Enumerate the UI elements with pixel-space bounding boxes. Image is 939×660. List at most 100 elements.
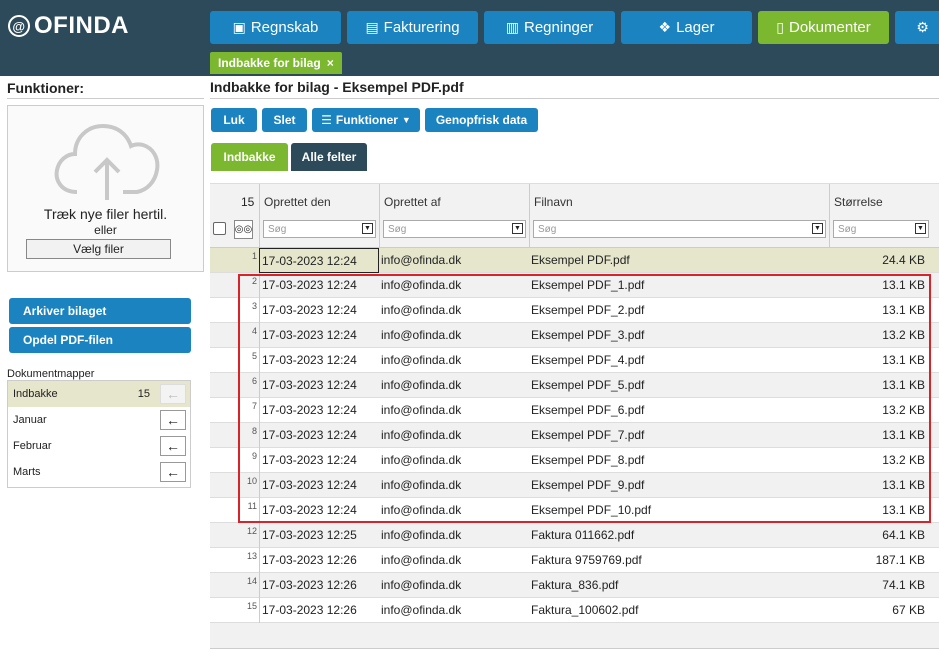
folder-name: Januar bbox=[13, 414, 47, 426]
column-header-created[interactable]: Oprettet den Søg ▼ bbox=[259, 184, 379, 249]
choose-files-button[interactable]: Vælg filer bbox=[26, 239, 171, 259]
cell-filename[interactable]: Faktura 011662.pdf bbox=[529, 523, 829, 548]
filter-dropdown-icon[interactable]: ▼ bbox=[362, 223, 373, 234]
cell-size[interactable]: 187.1 KB bbox=[829, 548, 939, 573]
column-label: Størrelse bbox=[834, 195, 883, 209]
folder-item[interactable]: Marts ← bbox=[8, 459, 190, 485]
cell-created[interactable]: 17-03-2023 12:26 bbox=[259, 573, 379, 598]
table-row[interactable]: 13 17-03-2023 12:26 info@ofinda.dk Faktura … bbox=[210, 548, 939, 573]
column-header-created-by[interactable]: Oprettet af Søg ▼ bbox=[379, 184, 529, 249]
functions-label: Funktioner bbox=[335, 113, 398, 127]
row-number: 1 bbox=[251, 251, 257, 261]
cell-created[interactable]: 17-03-2023 12:24 bbox=[259, 248, 379, 273]
table-row[interactable]: 12 17-03-2023 12:25 info@ofinda.dk Faktura … bbox=[210, 523, 939, 548]
caret-down-icon: ▼ bbox=[401, 115, 411, 125]
tab-all-fields[interactable]: Alle felter bbox=[291, 143, 367, 171]
cell-size[interactable]: 64.1 KB bbox=[829, 523, 939, 548]
filter-dropdown-icon[interactable]: ▼ bbox=[812, 223, 823, 234]
cell-filename[interactable]: Faktura 9759769.pdf bbox=[529, 548, 829, 573]
delete-button[interactable]: Slet bbox=[262, 108, 307, 132]
archive-button[interactable]: Arkiver bilaget bbox=[9, 298, 191, 324]
row-number: 13 bbox=[246, 551, 257, 561]
file-drop-zone[interactable]: Træk nye filer hertil. eller Vælg filer bbox=[7, 105, 204, 272]
cell-size[interactable]: 74.1 KB bbox=[829, 573, 939, 598]
divider bbox=[7, 98, 204, 99]
column-header-filename[interactable]: Filnavn Søg ▼ bbox=[529, 184, 829, 249]
split-pdf-button[interactable]: Opdel PDF-filen bbox=[9, 327, 191, 353]
divider bbox=[210, 98, 939, 99]
cell-filename[interactable]: Faktura_836.pdf bbox=[529, 573, 829, 598]
cell-filename[interactable]: Eksempel PDF.pdf bbox=[529, 248, 829, 273]
folder-name: Marts bbox=[13, 466, 41, 478]
open-tab-label: Indbakke for bilag bbox=[218, 56, 321, 70]
table-row[interactable]: 15 17-03-2023 12:26 info@ofinda.dk Faktura_… bbox=[210, 598, 939, 623]
move-to-folder-arrow-icon[interactable]: ← bbox=[160, 384, 186, 404]
nav-regninger-button[interactable]: ▥ Regninger bbox=[484, 11, 615, 44]
clipboard-icon: ▤ bbox=[365, 19, 379, 35]
created-by-filter-input[interactable]: Søg ▼ bbox=[383, 220, 526, 238]
row-number: 15 bbox=[246, 601, 257, 611]
folders-title: Dokumentmapper bbox=[7, 368, 95, 380]
folder-item[interactable]: Februar ← bbox=[8, 433, 190, 459]
move-to-folder-arrow-icon[interactable]: ← bbox=[160, 436, 186, 456]
logo-mark: @ bbox=[8, 15, 30, 37]
nav-label: Fakturering bbox=[383, 19, 460, 36]
folder-item[interactable]: Indbakke 15 ← bbox=[8, 381, 190, 407]
table-row[interactable]: 14 17-03-2023 12:26 info@ofinda.dk Faktura_… bbox=[210, 573, 939, 598]
nav-lager-button[interactable]: ❖ Lager bbox=[621, 11, 752, 44]
filter-placeholder: Søg bbox=[268, 224, 287, 235]
close-button[interactable]: Luk bbox=[211, 108, 257, 132]
folder-name: Indbakke bbox=[13, 388, 58, 400]
row-number-header: 15 ◎◎ bbox=[210, 184, 259, 249]
nav-regnskab-button[interactable]: ▣ Regnskab bbox=[210, 11, 341, 44]
app-logo[interactable]: @ OFINDA bbox=[8, 12, 129, 40]
bar-chart-icon: ▥ bbox=[505, 19, 519, 35]
left-panel: Funktioner: Træk nye filer hertil. eller… bbox=[0, 76, 205, 660]
table-row[interactable]: 1 17-03-2023 12:24 info@ofinda.dk Eksempel … bbox=[210, 248, 939, 273]
cubes-icon: ❖ bbox=[658, 19, 672, 35]
cell-created[interactable]: 17-03-2023 12:25 bbox=[259, 523, 379, 548]
binoculars-icon[interactable]: ◎◎ bbox=[234, 220, 253, 239]
gear-icon: ⚙ bbox=[916, 19, 929, 35]
nav-label: Dokumenter bbox=[789, 19, 871, 36]
main-nav: ▣ Regnskab ▤ Fakturering ▥ Regninger ❖ Lager ▯ Do… bbox=[210, 11, 939, 44]
nav-dokumenter-button[interactable]: ▯ Dokumenter bbox=[758, 11, 889, 44]
folder-count: 15 bbox=[137, 388, 150, 400]
top-bar: @ OFINDA ▣ Regnskab ▤ Fakturering ▥ Regninger… bbox=[0, 0, 939, 76]
created-filter-input[interactable]: Søg ▼ bbox=[263, 220, 376, 238]
nav-fakturering-button[interactable]: ▤ Fakturering bbox=[347, 11, 478, 44]
grid-footer bbox=[210, 623, 939, 649]
move-to-folder-arrow-icon[interactable]: ← bbox=[160, 410, 186, 430]
nav-label: Regnskab bbox=[250, 19, 319, 36]
functions-title: Funktioner: bbox=[7, 80, 84, 96]
move-to-folder-arrow-icon[interactable]: ← bbox=[160, 462, 186, 482]
cell-created[interactable]: 17-03-2023 12:26 bbox=[259, 598, 379, 623]
cell-size[interactable]: 67 KB bbox=[829, 598, 939, 623]
filename-filter-input[interactable]: Søg ▼ bbox=[533, 220, 826, 238]
cell-created-by[interactable]: info@ofinda.dk bbox=[379, 248, 529, 273]
column-header-size[interactable]: Størrelse Søg ▼ bbox=[829, 184, 939, 249]
size-filter-input[interactable]: Søg ▼ bbox=[833, 220, 929, 238]
drop-instructions: Træk nye filer hertil. bbox=[43, 206, 168, 222]
cell-created[interactable]: 17-03-2023 12:26 bbox=[259, 548, 379, 573]
folder-name: Februar bbox=[13, 440, 52, 452]
functions-dropdown-button[interactable]: ☰ Funktioner ▼ bbox=[312, 108, 420, 132]
filter-dropdown-icon[interactable]: ▼ bbox=[512, 223, 523, 234]
cell-size[interactable]: 24.4 KB bbox=[829, 248, 939, 273]
filter-dropdown-icon[interactable]: ▼ bbox=[915, 223, 926, 234]
cell-created-by[interactable]: info@ofinda.dk bbox=[379, 548, 529, 573]
cell-created-by[interactable]: info@ofinda.dk bbox=[379, 523, 529, 548]
tab-inbox[interactable]: Indbakke bbox=[211, 143, 288, 171]
nav-label: Regninger bbox=[524, 19, 594, 36]
drop-or: eller bbox=[94, 223, 117, 237]
cell-created-by[interactable]: info@ofinda.dk bbox=[379, 573, 529, 598]
refresh-data-button[interactable]: Genopfrisk data bbox=[425, 108, 538, 132]
open-tab[interactable]: Indbakke for bilag × bbox=[210, 52, 342, 74]
close-icon[interactable]: × bbox=[327, 56, 334, 70]
cell-filename[interactable]: Faktura_100602.pdf bbox=[529, 598, 829, 623]
cell-created-by[interactable]: info@ofinda.dk bbox=[379, 598, 529, 623]
folder-item[interactable]: Januar ← bbox=[8, 407, 190, 433]
select-all-checkbox[interactable] bbox=[213, 222, 226, 235]
calendar-icon: ▣ bbox=[232, 19, 246, 35]
nav-settings-button[interactable]: ⚙ bbox=[895, 11, 939, 44]
